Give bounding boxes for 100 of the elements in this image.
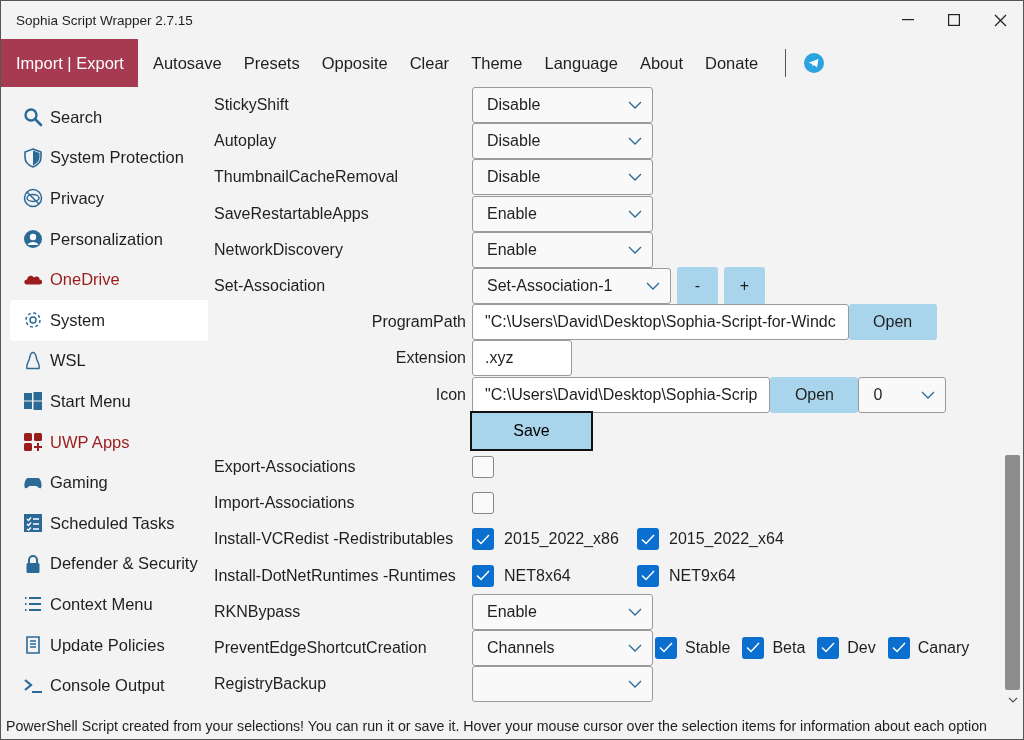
dropdown[interactable]: Disable: [472, 123, 653, 160]
setting-label: RKNBypass: [214, 602, 302, 621]
checkmark-icon: [641, 533, 655, 545]
sidebar-item[interactable]: Start Menu: [10, 381, 208, 422]
setting-label: Autoplay: [214, 132, 278, 151]
sidebar-item[interactable]: UWP Apps: [10, 421, 208, 463]
chevron-down-icon: [646, 282, 660, 291]
path-field[interactable]: "C:\Users\David\Desktop\Sophia-Script-for-Windc: [472, 304, 849, 341]
menu-item[interactable]: Theme: [460, 39, 534, 87]
checkbox[interactable]: [887, 636, 910, 659]
sidebar-item[interactable]: Console Output: [10, 665, 208, 706]
sidebar-item[interactable]: OneDrive: [10, 259, 208, 300]
setting-label: NetworkDiscovery: [214, 240, 344, 259]
sidebar-item[interactable]: System: [10, 299, 208, 341]
padlock-icon: [23, 553, 43, 574]
checkbox[interactable]: [655, 636, 677, 659]
dropdown[interactable]: Set-Association-1: [472, 268, 671, 305]
checkbox-label: Beta: [772, 638, 806, 657]
checkbox-label: 2015_2022_x86: [504, 530, 619, 549]
checkmark-icon: [891, 642, 906, 654]
sidebar-item[interactable]: Scheduled Tasks: [10, 502, 208, 544]
sidebar-item[interactable]: Search: [10, 97, 208, 138]
setting-label: Export-Associations: [214, 457, 357, 476]
checkbox[interactable]: [817, 636, 840, 659]
shield-icon: [23, 147, 43, 168]
menu-item[interactable]: Donate: [694, 39, 770, 87]
dropdown[interactable]: Enable: [472, 231, 653, 268]
checkbox-label: Stable: [685, 638, 731, 657]
app-squares-icon: [23, 432, 43, 453]
person-icon: [23, 229, 43, 250]
dropdown[interactable]: [472, 666, 653, 703]
sidebar-item[interactable]: Defender & Security: [10, 543, 208, 585]
menu-item[interactable]: Language: [533, 39, 629, 87]
sidebar-item[interactable]: System Protection: [10, 137, 208, 179]
open-button[interactable]: Open: [770, 376, 859, 413]
checkbox[interactable]: [472, 564, 494, 587]
setting-label: SaveRestartableApps: [214, 204, 370, 223]
checkbox[interactable]: [472, 492, 494, 515]
sidebar-item[interactable]: WSL: [10, 340, 208, 382]
dropdown[interactable]: Disable: [472, 159, 653, 196]
sidebar-item[interactable]: Context Menu: [10, 584, 208, 625]
sidebar-item[interactable]: Gaming: [10, 462, 208, 503]
setting-label: Extension: [394, 349, 467, 368]
save-button[interactable]: Save: [470, 410, 593, 451]
sidebar-item[interactable]: Privacy: [10, 178, 208, 219]
menu-item[interactable]: About: [628, 39, 695, 87]
menu-item[interactable]: Clear: [398, 39, 461, 87]
menu-item[interactable]: Presets: [232, 39, 311, 87]
checkbox-label: 2015_2022_x64: [669, 530, 784, 549]
checkbox-label: NET9x64: [669, 566, 736, 585]
dropdown[interactable]: Enable: [472, 195, 653, 232]
open-button[interactable]: Open: [848, 304, 937, 341]
chevron-down-icon: [628, 607, 642, 616]
checkmark-icon: [476, 533, 490, 545]
extension-field[interactable]: .xyz: [472, 340, 572, 377]
setting-label: PreventEdgeShortcutCreation: [214, 638, 428, 657]
checkbox-label: Canary: [917, 638, 970, 657]
setting-label: Import-Associations: [214, 494, 356, 513]
menu-item[interactable]: Autosave: [141, 39, 233, 87]
setting-label: Icon: [434, 385, 467, 404]
checkbox[interactable]: [637, 564, 659, 587]
chevron-down-icon: [628, 101, 642, 110]
sidebar-item[interactable]: Personalization: [10, 218, 208, 260]
checkmark-icon: [641, 570, 655, 582]
chevron-down-icon: [628, 209, 642, 218]
close-icon[interactable]: [993, 13, 1007, 27]
checkbox-label: NET8x64: [504, 566, 571, 585]
checkbox[interactable]: [637, 528, 659, 551]
checkbox[interactable]: [472, 455, 494, 478]
minimize-icon[interactable]: [902, 19, 914, 21]
checkbox[interactable]: [472, 528, 494, 551]
window-title: Sophia Script Wrapper 2.7.15: [16, 12, 194, 28]
search-icon: [23, 107, 43, 128]
small-button[interactable]: +: [724, 267, 765, 306]
setting-label: Install-VCRedist -Redistributables: [214, 530, 455, 549]
setting-label: Set-Association: [214, 277, 327, 296]
dropdown[interactable]: Enable: [472, 593, 653, 630]
dropdown[interactable]: Disable: [472, 87, 653, 124]
crossed-eye-icon: [23, 188, 43, 209]
checkbox-label: Dev: [847, 638, 876, 657]
maximize-icon[interactable]: [948, 14, 960, 26]
paper-plane-icon[interactable]: [804, 53, 825, 73]
setting-label: Install-DotNetRuntimes -Runtimes: [214, 566, 457, 585]
sidebar-item[interactable]: Update Policies: [10, 624, 208, 666]
chevron-down-icon: [628, 137, 642, 146]
path-field[interactable]: "C:\Users\David\Desktop\Sophia-Scrip: [472, 376, 771, 413]
setting-label: ThumbnailCacheRemoval: [214, 168, 400, 187]
four-squares-icon: [23, 391, 43, 412]
dropdown[interactable]: 0: [858, 376, 947, 413]
checkbox[interactable]: [742, 636, 765, 659]
scroll-icon: [23, 635, 43, 655]
menu-item[interactable]: Opposite: [310, 39, 399, 87]
dropdown[interactable]: Channels: [472, 629, 653, 666]
gear-icon: [23, 310, 43, 331]
chevron-down-icon: [628, 643, 642, 652]
chevron-down-icon: [628, 245, 642, 254]
chevron-down-icon: [628, 680, 642, 689]
setting-label: RegistryBackup: [214, 675, 328, 694]
menu-item[interactable]: Import | Export: [1, 39, 138, 87]
small-button[interactable]: -: [677, 267, 718, 306]
